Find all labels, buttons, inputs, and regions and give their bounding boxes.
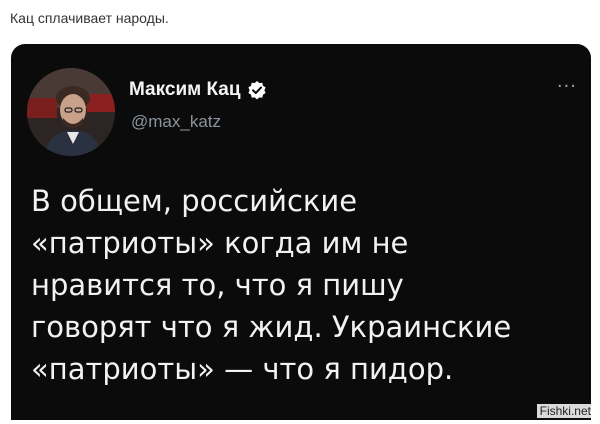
more-options-icon[interactable]: ··· [557,76,577,97]
author-name[interactable]: Максим Кац [129,79,241,101]
author-name-row: Максим Кац [129,79,267,101]
post-caption: Кац сплачивает народы. [10,10,169,26]
verified-badge-icon [247,80,267,100]
tweet-text-line: «патриоты» — что я пидор. [31,352,454,386]
watermark: Fishki.net [536,404,594,418]
avatar[interactable] [27,68,115,156]
tweet-text: В общем, российские «патриоты» когда им … [31,180,579,390]
page: Кац сплачивает народы. Максим Кац @max_k… [0,0,600,424]
avatar-image [27,68,115,156]
tweet-text-line: «патриоты» когда им не [31,226,409,260]
tweet-text-line: нравится то, что я пишу [31,268,404,302]
tweet-text-line: В общем, российские [31,184,358,218]
author-handle[interactable]: @max_katz [131,112,221,132]
tweet-screenshot: Максим Кац @max_katz ··· В общем, россий… [11,44,591,420]
tweet-text-line: говорят что я жид. Украинские [31,310,512,344]
